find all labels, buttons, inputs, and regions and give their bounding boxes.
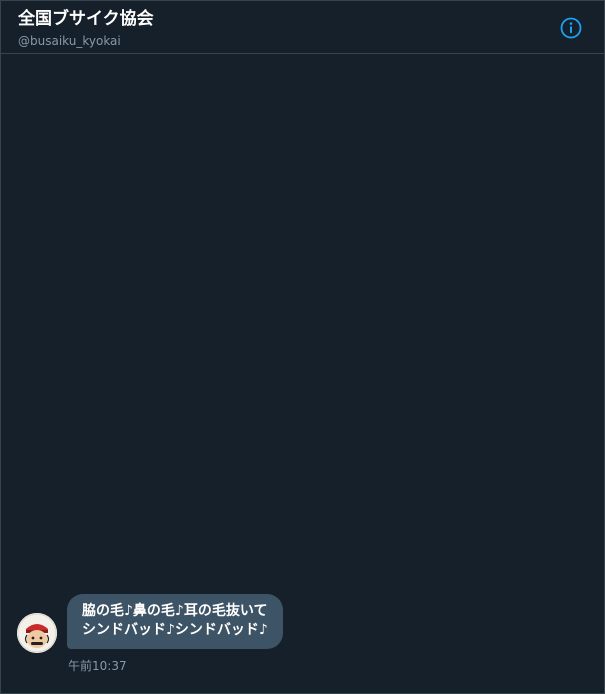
conversation-title[interactable]: 全国ブサイク協会 (18, 9, 154, 29)
message-bubble[interactable]: 脇の毛♪鼻の毛♪耳の毛抜いて シンドバッド♪シンドバッド♪ (67, 594, 283, 649)
dm-conversation-window: 全国ブサイク協会 @busaiku_kyokai 脇の毛♪鼻の毛♪耳の毛抜いて … (0, 0, 605, 694)
sender-avatar[interactable] (17, 613, 57, 653)
message-timestamp: 午前10:37 (68, 659, 127, 673)
message-list[interactable]: 脇の毛♪鼻の毛♪耳の毛抜いて シンドバッド♪シンドバッド♪ 午前10:37 (1, 54, 604, 693)
info-button[interactable] (559, 16, 583, 40)
conversation-handle[interactable]: @busaiku_kyokai (18, 33, 121, 49)
conversation-header: 全国ブサイク協会 @busaiku_kyokai (1, 1, 604, 54)
info-icon (559, 16, 583, 40)
